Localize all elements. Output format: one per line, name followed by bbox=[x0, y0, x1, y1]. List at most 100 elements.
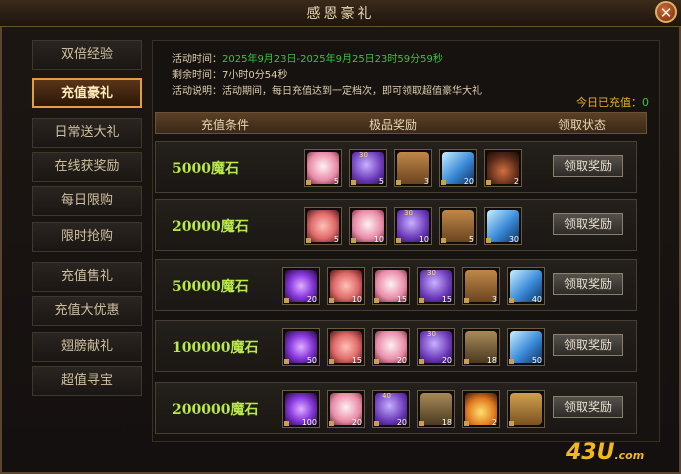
reward-slot[interactable]: 30 20 bbox=[417, 328, 455, 366]
recharge-condition: 20000魔石 bbox=[172, 219, 249, 235]
reward-slot[interactable]: 18 bbox=[417, 390, 455, 428]
lock-icon bbox=[486, 180, 491, 185]
reward-slot[interactable] bbox=[507, 390, 545, 428]
item-count: 15 bbox=[441, 295, 452, 304]
sidebar-item[interactable]: 翅膀献礼 bbox=[32, 332, 142, 362]
claim-reward-button[interactable]: 领取奖励 bbox=[553, 396, 623, 418]
today-recharged: 今日已充值：0 bbox=[576, 94, 649, 110]
item-count: 20 bbox=[351, 418, 362, 427]
lock-icon bbox=[351, 180, 356, 185]
item-count: 3 bbox=[491, 295, 497, 304]
recharge-condition: 200000魔石 bbox=[172, 402, 259, 418]
claim-reward-button[interactable]: 领取奖励 bbox=[553, 334, 623, 356]
claim-reward-button[interactable]: 领取奖励 bbox=[553, 155, 623, 177]
lock-icon bbox=[464, 298, 469, 303]
lock-icon bbox=[441, 238, 446, 243]
close-icon[interactable]: ✕ bbox=[655, 1, 677, 23]
reward-slot[interactable]: 2 bbox=[484, 149, 522, 187]
reward-slot[interactable]: 50 bbox=[507, 328, 545, 366]
reward-slot[interactable]: 10 bbox=[327, 267, 365, 305]
reward-row: 100000魔石 50 15 20 30 20 18 50 领取奖励 bbox=[155, 320, 637, 372]
claim-reward-button[interactable]: 领取奖励 bbox=[553, 273, 623, 295]
desc-label: 活动说明： bbox=[172, 86, 222, 97]
reward-slot[interactable]: 5 bbox=[304, 149, 342, 187]
item-count: 10 bbox=[418, 235, 429, 244]
level-tag: 30 bbox=[359, 151, 368, 159]
sidebar-item[interactable]: 在线获奖励 bbox=[32, 152, 142, 182]
reward-slot[interactable]: 20 bbox=[439, 149, 477, 187]
reward-slot[interactable]: 30 10 bbox=[394, 207, 432, 245]
sidebar-item[interactable]: 日常送大礼 bbox=[32, 118, 142, 148]
lock-icon bbox=[284, 298, 289, 303]
desc-value: 活动期间，每日充值达到一定档次，即可领取超值豪华大礼 bbox=[222, 86, 482, 97]
sidebar: 双倍经验充值豪礼日常送大礼在线获奖励每日限购限时抢购充值售礼充值大优惠翅膀献礼超… bbox=[26, 40, 150, 396]
reward-slot[interactable]: 30 bbox=[484, 207, 522, 245]
lock-icon bbox=[329, 421, 334, 426]
reward-slot[interactable]: 5 bbox=[304, 207, 342, 245]
sidebar-item[interactable]: 限时抢购 bbox=[32, 222, 142, 252]
lock-icon bbox=[374, 298, 379, 303]
remain-value: 7小时0分54秒 bbox=[222, 70, 288, 81]
item-count: 30 bbox=[508, 235, 519, 244]
reward-slot[interactable]: 15 bbox=[327, 328, 365, 366]
reward-slot[interactable]: 10 bbox=[349, 207, 387, 245]
item-count: 10 bbox=[351, 295, 362, 304]
sidebar-item[interactable]: 超值寻宝 bbox=[32, 366, 142, 396]
item-count: 20 bbox=[396, 418, 407, 427]
reward-slot[interactable]: 15 bbox=[372, 267, 410, 305]
recharge-condition: 100000魔石 bbox=[172, 340, 259, 356]
lock-icon bbox=[464, 421, 469, 426]
lock-icon bbox=[306, 180, 311, 185]
sidebar-item[interactable]: 充值售礼 bbox=[32, 262, 142, 292]
col-rewards: 极品奖励 bbox=[369, 118, 418, 132]
item-count: 20 bbox=[441, 356, 452, 365]
lock-icon bbox=[486, 238, 491, 243]
lock-icon bbox=[396, 238, 401, 243]
watermark-text: 43U bbox=[566, 440, 615, 465]
reward-slot[interactable]: 20 bbox=[372, 328, 410, 366]
reward-slot[interactable]: 20 bbox=[327, 390, 365, 428]
sidebar-item[interactable]: 充值大优惠 bbox=[32, 296, 142, 326]
reward-slot[interactable]: 30 15 bbox=[417, 267, 455, 305]
lock-icon bbox=[419, 359, 424, 364]
lock-icon bbox=[284, 421, 289, 426]
lock-icon bbox=[329, 359, 334, 364]
window-title: 感恩豪礼 bbox=[306, 6, 375, 22]
sidebar-item[interactable]: 充值豪礼 bbox=[32, 78, 142, 108]
col-condition: 充值条件 bbox=[201, 118, 250, 132]
level-tag: 30 bbox=[427, 269, 436, 277]
reward-slot[interactable]: 2 bbox=[462, 390, 500, 428]
item-count: 5 bbox=[468, 235, 474, 244]
reward-slot[interactable]: 40 bbox=[507, 267, 545, 305]
sidebar-item[interactable]: 每日限购 bbox=[32, 186, 142, 216]
item-count: 2 bbox=[513, 177, 519, 186]
lock-icon bbox=[284, 359, 289, 364]
item-count: 100 bbox=[301, 418, 317, 427]
reward-slot[interactable]: 3 bbox=[394, 149, 432, 187]
reward-slot[interactable]: 40 20 bbox=[372, 390, 410, 428]
lock-icon bbox=[306, 238, 311, 243]
lock-icon bbox=[509, 359, 514, 364]
reward-slot[interactable]: 20 bbox=[282, 267, 320, 305]
claim-reward-button[interactable]: 领取奖励 bbox=[553, 213, 623, 235]
col-status: 领取状态 bbox=[558, 118, 607, 132]
reward-slot[interactable]: 5 bbox=[439, 207, 477, 245]
reward-slot[interactable]: 100 bbox=[282, 390, 320, 428]
lock-icon bbox=[396, 180, 401, 185]
lock-icon bbox=[464, 359, 469, 364]
item-count: 5 bbox=[333, 235, 339, 244]
item-count: 50 bbox=[531, 356, 542, 365]
reward-row: 20000魔石 5 10 30 10 5 30 领取奖励 bbox=[155, 199, 637, 251]
item-count: 18 bbox=[441, 418, 452, 427]
reward-slot[interactable]: 30 5 bbox=[349, 149, 387, 187]
reward-slot[interactable]: 50 bbox=[282, 328, 320, 366]
reward-slot[interactable]: 3 bbox=[462, 267, 500, 305]
lock-icon bbox=[509, 298, 514, 303]
sidebar-item[interactable]: 双倍经验 bbox=[32, 40, 142, 70]
level-tag: 30 bbox=[404, 209, 413, 217]
item-count: 50 bbox=[306, 356, 317, 365]
reward-slot[interactable]: 18 bbox=[462, 328, 500, 366]
item-count: 15 bbox=[396, 295, 407, 304]
lock-icon bbox=[329, 298, 334, 303]
recharged-value: 0 bbox=[642, 96, 649, 109]
